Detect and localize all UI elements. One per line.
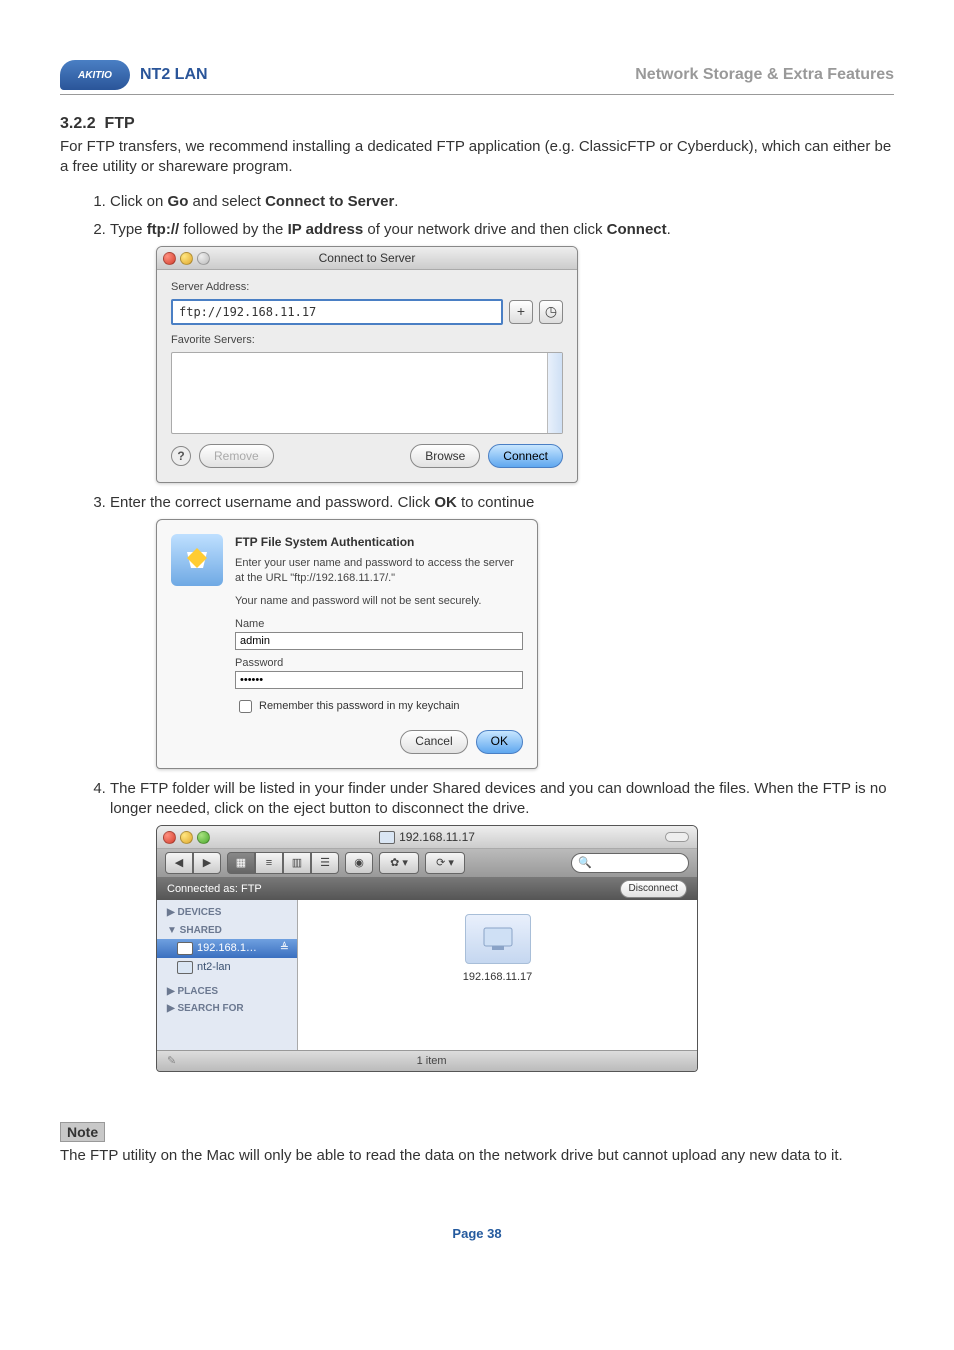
pencil-icon: ✎ bbox=[167, 1054, 176, 1069]
titlebar: Connect to Server bbox=[157, 247, 577, 270]
sidebar-places[interactable]: ▶ PLACES bbox=[157, 983, 297, 1001]
disconnect-button[interactable]: Disconnect bbox=[620, 880, 687, 898]
zoom-icon[interactable] bbox=[197, 831, 210, 844]
back-button[interactable]: ◀ bbox=[165, 852, 193, 874]
sidebar-item-selected[interactable]: 192.168.1… ≜ bbox=[157, 939, 297, 958]
forward-button[interactable]: ▶ bbox=[193, 852, 221, 874]
list-view-button[interactable]: ≡ bbox=[255, 852, 283, 874]
name-label: Name bbox=[235, 617, 523, 632]
ok-button[interactable]: OK bbox=[476, 730, 523, 754]
monitor-icon bbox=[379, 831, 395, 844]
minimize-icon[interactable] bbox=[180, 252, 193, 265]
close-icon[interactable] bbox=[163, 831, 176, 844]
browse-button[interactable]: Browse bbox=[410, 444, 480, 468]
note-text: The FTP utility on the Mac will only be … bbox=[60, 1146, 894, 1166]
sidebar-shared[interactable]: ▼ SHARED bbox=[157, 922, 297, 940]
connect-button[interactable]: Connect bbox=[488, 444, 563, 468]
page-header: AKITIO NT2 LAN Network Storage & Extra F… bbox=[60, 60, 894, 95]
ftp-auth-dialog: FTP File System Authentication Enter you… bbox=[156, 519, 538, 768]
section-heading: 3.2.2 FTP bbox=[60, 115, 894, 133]
ftp-auth-icon bbox=[171, 534, 223, 586]
step-1: Click on Go and select Connect to Server… bbox=[110, 192, 894, 212]
favorite-servers-list[interactable] bbox=[171, 352, 563, 434]
sidebar-searchfor[interactable]: ▶ SEARCH FOR bbox=[157, 1000, 297, 1018]
finder-sidebar: ▶ DEVICES ▼ SHARED 192.168.1… ≜ nt2-lan bbox=[157, 900, 298, 1050]
icon-view-button[interactable]: ▦ bbox=[227, 852, 255, 874]
server-icon[interactable] bbox=[465, 914, 531, 964]
intro-text: For FTP transfers, we recommend installi… bbox=[60, 137, 894, 178]
connect-server-dialog: Connect to Server Server Address: ftp://… bbox=[156, 246, 578, 483]
auth-line1: Enter your user name and password to acc… bbox=[235, 556, 523, 586]
eject-icon[interactable]: ≜ bbox=[280, 941, 289, 956]
status-items: 1 item bbox=[417, 1054, 447, 1069]
sync-button[interactable]: ⟳ ▾ bbox=[425, 852, 465, 874]
sidebar-item-nt2lan[interactable]: nt2-lan bbox=[157, 958, 297, 977]
server-address-label: Server Address: bbox=[171, 280, 563, 295]
password-input[interactable] bbox=[235, 671, 523, 689]
toolbar-pill-icon[interactable] bbox=[665, 832, 689, 842]
step-4: The FTP folder will be listed in your fi… bbox=[110, 779, 894, 1073]
finder-titlebar: 192.168.11.17 bbox=[157, 826, 697, 849]
name-input[interactable] bbox=[235, 632, 523, 650]
step-3: Enter the correct username and password.… bbox=[110, 493, 894, 769]
monitor-icon bbox=[177, 942, 193, 955]
favorite-servers-label: Favorite Servers: bbox=[171, 333, 563, 348]
quicklook-button[interactable]: ◉ bbox=[345, 852, 373, 874]
history-button[interactable]: ◷ bbox=[539, 300, 563, 324]
help-button[interactable]: ? bbox=[171, 446, 191, 466]
finder-window: 192.168.11.17 ◀ ▶ ▦ ≡ ▥ ☰ bbox=[156, 825, 698, 1072]
header-right: Network Storage & Extra Features bbox=[635, 66, 894, 84]
server-label: 192.168.11.17 bbox=[463, 970, 533, 985]
brand-logo: AKITIO bbox=[60, 60, 130, 90]
monitor-icon bbox=[177, 961, 193, 974]
action-button[interactable]: ✿ ▾ bbox=[379, 852, 419, 874]
sidebar-devices[interactable]: ▶ DEVICES bbox=[157, 904, 297, 922]
auth-heading: FTP File System Authentication bbox=[235, 534, 523, 550]
password-label: Password bbox=[235, 656, 523, 671]
remember-checkbox-box[interactable] bbox=[239, 700, 252, 713]
remember-checkbox[interactable]: Remember this password in my keychain bbox=[235, 697, 523, 716]
finder-content: 192.168.11.17 bbox=[298, 900, 697, 1050]
page-number: Page 38 bbox=[60, 1226, 894, 1241]
zoom-icon[interactable] bbox=[197, 252, 210, 265]
traffic-lights bbox=[163, 252, 210, 265]
dialog-title: Connect to Server bbox=[319, 250, 416, 266]
cancel-button[interactable]: Cancel bbox=[400, 730, 467, 754]
close-icon[interactable] bbox=[163, 252, 176, 265]
column-view-button[interactable]: ▥ bbox=[283, 852, 311, 874]
search-icon: 🔍 bbox=[578, 856, 592, 871]
finder-statusbar: ✎ 1 item bbox=[157, 1050, 697, 1071]
step-2: Type ftp:// followed by the IP address o… bbox=[110, 220, 894, 483]
remove-button[interactable]: Remove bbox=[199, 444, 274, 468]
finder-toolbar: ◀ ▶ ▦ ≡ ▥ ☰ ◉ ✿ ▾ ⟳ ▾ 🔍 bbox=[157, 849, 697, 878]
minimize-icon[interactable] bbox=[180, 831, 193, 844]
auth-line2: Your name and password will not be sent … bbox=[235, 594, 523, 609]
finder-title: 192.168.11.17 bbox=[399, 829, 475, 845]
note-heading: Note bbox=[60, 1122, 105, 1142]
search-input[interactable]: 🔍 bbox=[571, 853, 689, 873]
header-title: NT2 LAN bbox=[140, 66, 208, 84]
coverflow-view-button[interactable]: ☰ bbox=[311, 852, 339, 874]
server-address-input[interactable]: ftp://192.168.11.17 bbox=[171, 299, 503, 325]
add-favorite-button[interactable]: + bbox=[509, 300, 533, 324]
path-bar: Connected as: FTP Disconnect bbox=[157, 878, 697, 900]
